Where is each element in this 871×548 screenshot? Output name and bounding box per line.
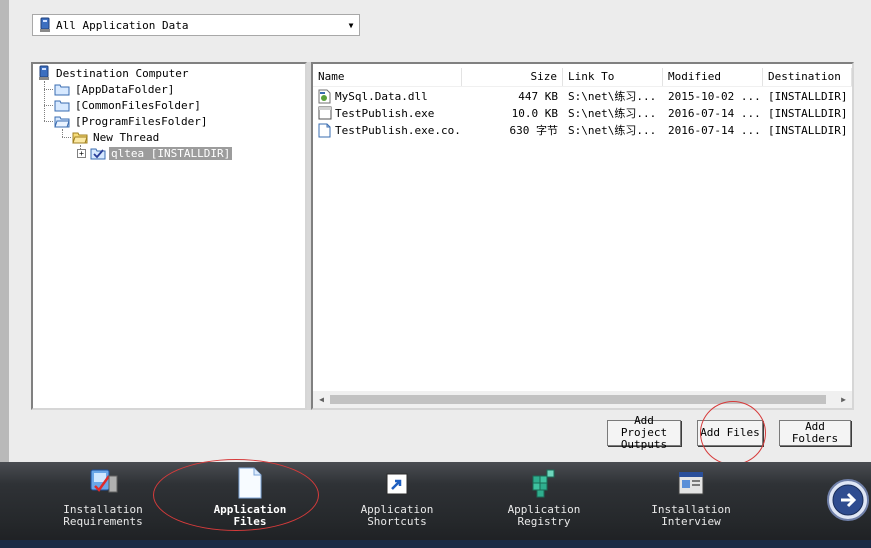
column-header-modified[interactable]: Modified [663, 68, 763, 86]
project-output-icon [90, 148, 106, 160]
file-list[interactable]: Name Size Link To Modified Destination M… [311, 62, 854, 410]
column-header-link-to[interactable]: Link To [563, 68, 663, 86]
computer-icon [40, 17, 50, 32]
tree-node-label: Destination Computer [56, 66, 189, 80]
dll-icon [318, 89, 331, 104]
tree-node-label: qltea [INSTALLDIR] [109, 146, 233, 160]
scroll-right-icon[interactable]: ▶ [835, 391, 852, 408]
file-modified: 2016-07-14 ... [668, 107, 761, 120]
add-project-outputs-button[interactable]: Add Project Outputs [607, 415, 681, 451]
folder-icon [54, 84, 70, 96]
file-link-to: S:\net\练习... [568, 90, 657, 103]
application-registry-icon [532, 469, 555, 498]
tree-connector [44, 89, 53, 90]
file-row[interactable]: TestPublish.exe 10.0 KB S:\net\练习... 201… [313, 105, 852, 122]
scroll-left-icon[interactable]: ◀ [313, 391, 330, 408]
file-destination: [INSTALLDIR] [768, 90, 848, 103]
tree-node-new-thread[interactable]: New Thread [72, 129, 161, 145]
tree-node-programfilesfolder[interactable]: [ProgramFilesFolder] [54, 113, 209, 129]
file-name: MySql.Data.dll [335, 90, 428, 103]
view-filter-selected: All Application Data [56, 18, 189, 32]
add-files-button[interactable]: Add Files [697, 420, 763, 446]
taskbar-strip [0, 540, 871, 548]
nav-label: Application Registry [507, 503, 581, 528]
file-row[interactable]: MySql.Data.dll 447 KB S:\net\练习... 2015-… [313, 88, 852, 105]
expand-icon[interactable]: + [77, 149, 86, 158]
view-filter-dropdown[interactable]: All Application Data ▼ [32, 14, 360, 36]
open-folder-icon [54, 116, 70, 128]
file-name: TestPublish.exe.co... [335, 124, 461, 137]
left-edge-strip [0, 0, 9, 462]
tree-connector [62, 137, 71, 138]
tree-node-label: [AppDataFolder] [75, 82, 175, 96]
nav-installation-interview[interactable]: Installation Interview [631, 466, 751, 528]
column-header-size[interactable]: Size [462, 68, 563, 86]
nav-label: Application Shortcuts [360, 503, 434, 528]
nav-label: Installation Requirements [63, 503, 143, 528]
tree-node-commonfilesfolder[interactable]: [CommonFilesFolder] [54, 97, 203, 113]
column-header-name[interactable]: Name [313, 68, 462, 86]
installation-requirements-icon [90, 469, 118, 493]
folder-icon [54, 100, 70, 112]
nav-application-shortcuts[interactable]: Application Shortcuts [337, 466, 457, 528]
file-size: 10.0 KB [511, 107, 558, 120]
tree-node-project[interactable]: qltea [INSTALLDIR] [90, 145, 233, 161]
nav-application-files[interactable]: Application Files [190, 466, 310, 528]
file-name: TestPublish.exe [335, 107, 435, 120]
tree-node-appdatafolder[interactable]: [AppDataFolder] [54, 81, 176, 97]
application-shortcuts-icon [386, 473, 408, 495]
tree-node-label: [CommonFilesFolder] [75, 98, 201, 112]
file-size: 447 KB [518, 90, 558, 103]
computer-icon [39, 65, 49, 80]
tree-connector [44, 121, 53, 122]
file-destination: [INSTALLDIR] [768, 124, 848, 137]
tree-node-label: New Thread [93, 130, 160, 144]
nav-label: Application Files [213, 503, 287, 528]
open-folder-icon [72, 132, 88, 144]
file-destination: [INSTALLDIR] [768, 107, 848, 120]
tree-connector [62, 129, 63, 137]
next-arrow-icon[interactable] [826, 478, 870, 522]
nav-application-registry[interactable]: Application Registry [484, 466, 604, 528]
file-size: 630 字节 [509, 124, 559, 137]
chevron-down-icon[interactable]: ▼ [343, 21, 359, 30]
horizontal-scrollbar[interactable]: ◀ ▶ [313, 391, 852, 408]
file-modified: 2016-07-14 ... [668, 124, 761, 137]
file-row[interactable]: TestPublish.exe.co... 630 字节 S:\net\练习..… [313, 122, 852, 139]
exe-icon [318, 106, 332, 120]
column-header-destination[interactable]: Destination [763, 68, 852, 86]
nav-installation-requirements[interactable]: Installation Requirements [43, 466, 163, 528]
tree-connector [44, 81, 45, 121]
nav-label: Installation Interview [651, 503, 731, 528]
file-modified: 2015-10-02 ... [668, 90, 761, 103]
scrollbar-thumb[interactable] [330, 395, 826, 404]
tree-connector [44, 105, 53, 106]
installation-interview-icon [678, 471, 704, 495]
tree-node-label: [ProgramFilesFolder] [75, 114, 208, 128]
add-folders-button[interactable]: Add Folders [779, 420, 851, 446]
application-files-icon [238, 467, 262, 499]
file-link-to: S:\net\练习... [568, 107, 657, 120]
file-link-to: S:\net\练习... [568, 124, 657, 137]
tree-node-destination-computer[interactable]: Destination Computer [37, 65, 190, 81]
config-file-icon [318, 123, 331, 138]
folder-tree[interactable]: Destination Computer [AppDataFolder] [Co… [31, 62, 307, 410]
